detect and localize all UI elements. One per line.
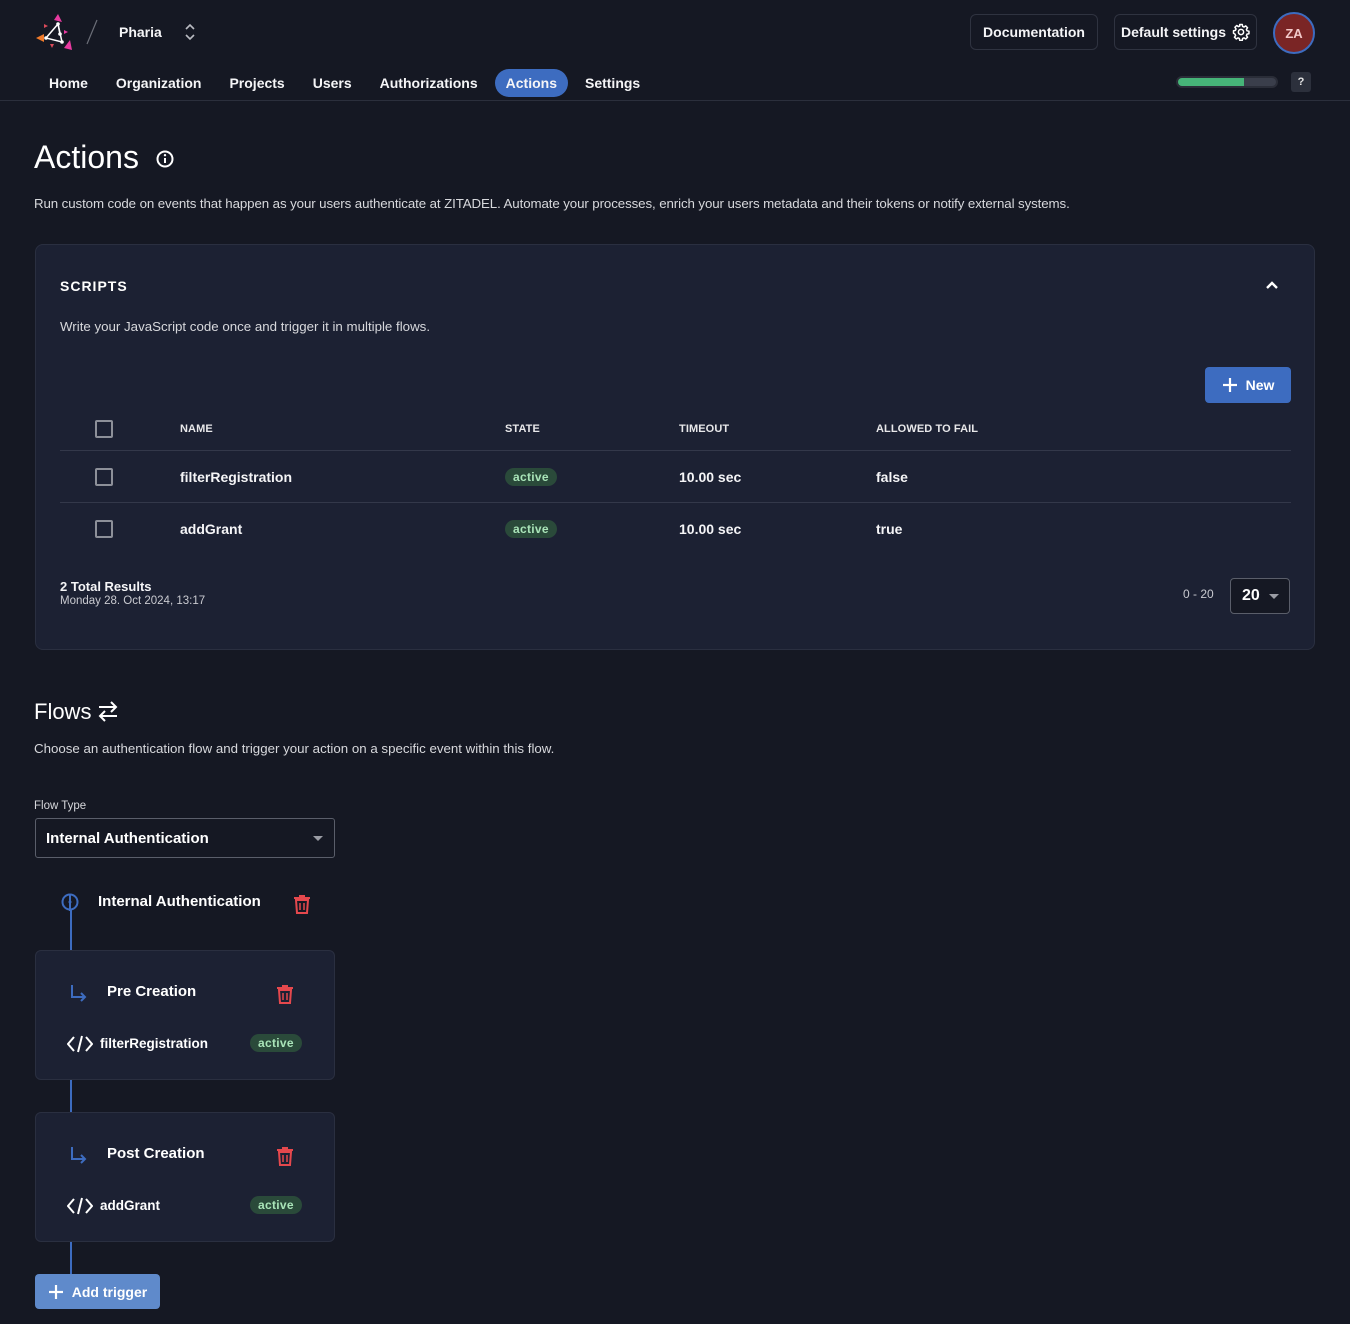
default-settings-label: Default settings [1120, 24, 1226, 40]
table-row[interactable]: addGrant active 10.00 sec true [60, 503, 1291, 555]
plus-icon [48, 1284, 63, 1299]
user-avatar[interactable]: ZA [1273, 12, 1315, 54]
nav-tab-authorizations[interactable]: Authorizations [369, 69, 489, 97]
documentation-label: Documentation [983, 24, 1085, 40]
flows-title: Flows [34, 699, 92, 724]
status-badge: active [505, 520, 557, 538]
zitadel-logo-icon[interactable] [34, 12, 76, 52]
progress-fill [1178, 78, 1244, 86]
nav-tab-organization[interactable]: Organization [105, 69, 213, 97]
script-allowed-to-fail: true [876, 521, 903, 537]
page-size-value: 20 [1242, 587, 1260, 604]
help-label: ? [1297, 76, 1305, 88]
info-icon[interactable] [156, 150, 174, 168]
trigger-card: Pre Creation filterRegistration active [35, 950, 335, 1080]
script-timeout: 10.00 sec [679, 521, 742, 537]
row-checkbox[interactable] [95, 467, 113, 486]
scripts-title: SCRIPTS [60, 278, 128, 294]
flow-connector-line [70, 1080, 72, 1113]
org-name[interactable]: Pharia [119, 24, 162, 40]
new-label: New [1245, 377, 1275, 393]
row-checkbox[interactable] [95, 520, 113, 538]
nav-tab-projects[interactable]: Projects [218, 69, 295, 97]
results-summary: 2 Total Results Monday 28. Oct 2024, 13:… [60, 579, 205, 607]
table-row[interactable]: filterRegistration active 10.00 sec fals… [60, 451, 1291, 503]
status-badge: active [250, 1034, 302, 1052]
total-results: 2 Total Results [60, 579, 152, 594]
top-bar: Pharia Documentation Default settings ZA… [0, 0, 1350, 101]
plus-icon [1222, 378, 1237, 392]
main-nav: Home Organization Projects Users Authorizati… [38, 69, 657, 97]
delete-trigger-trash-icon[interactable] [276, 984, 294, 1004]
trigger-title: Post Creation [107, 1145, 205, 1162]
nav-tab-settings[interactable]: Settings [574, 69, 651, 97]
flow-connector-line [70, 1242, 72, 1275]
documentation-button[interactable]: Documentation [970, 14, 1098, 50]
scripts-card: SCRIPTS Write your JavaScript code once … [35, 244, 1315, 650]
flows-description: Choose an authentication flow and trigge… [34, 741, 555, 756]
swap-arrows-icon [98, 701, 118, 722]
results-timestamp: Monday 28. Oct 2024, 13:17 [60, 595, 206, 607]
help-button[interactable]: ? [1291, 72, 1311, 92]
column-allowed-to-fail[interactable]: ALLOWED TO FAIL [876, 407, 978, 450]
status-badge: active [250, 1196, 302, 1214]
default-settings-button[interactable]: Default settings [1114, 14, 1257, 50]
trigger-title: Pre Creation [107, 983, 197, 1000]
trigger-card: Post Creation addGrant active [35, 1112, 335, 1242]
flow-root-label: Internal Authentication [98, 893, 261, 910]
script-name: addGrant [180, 521, 243, 537]
nav-tab-home[interactable]: Home [38, 69, 99, 97]
add-trigger-button[interactable]: Add trigger [35, 1274, 160, 1309]
column-state[interactable]: STATE [505, 407, 540, 450]
nav-tab-users[interactable]: Users [302, 69, 363, 97]
page-size-select[interactable]: 20 [1230, 578, 1290, 614]
nav-tab-actions[interactable]: Actions [494, 69, 568, 97]
chevron-up-icon[interactable] [1262, 277, 1282, 293]
avatar-initials: ZA [1285, 25, 1303, 41]
delete-flow-trash-icon[interactable] [293, 894, 311, 914]
script-timeout: 10.00 sec [679, 468, 742, 485]
scripts-table: NAME STATE TIMEOUT ALLOWED TO FAIL filte… [60, 407, 1291, 555]
script-name: filterRegistration [180, 468, 293, 485]
page-description: Run custom code on events that happen as… [34, 196, 1070, 211]
add-trigger-label: Add trigger [71, 1283, 148, 1300]
code-icon [67, 1035, 93, 1053]
new-script-button[interactable]: New [1205, 367, 1291, 403]
caret-down-icon [1269, 594, 1279, 599]
caret-down-icon [313, 836, 323, 841]
subdirectory-arrow-icon [71, 1147, 87, 1164]
column-name[interactable]: NAME [180, 407, 213, 450]
breadcrumb-separator [86, 19, 98, 45]
trigger-script-name[interactable]: addGrant [100, 1198, 160, 1213]
trigger-script-name[interactable]: filterRegistration [100, 1036, 208, 1051]
delete-trigger-trash-icon[interactable] [276, 1146, 294, 1166]
flow-type-value: Internal Authentication [46, 829, 209, 847]
page-title: Actions [34, 139, 139, 175]
quota-progress-bar [1176, 76, 1278, 88]
status-badge: active [505, 467, 557, 486]
pagination-range: 0 - 20 [1183, 587, 1214, 601]
org-switcher-icon[interactable] [183, 22, 197, 42]
select-all-checkbox[interactable] [95, 419, 113, 438]
flow-start-icon [61, 893, 79, 911]
script-allowed-to-fail: false [876, 468, 908, 485]
subdirectory-arrow-icon [71, 985, 87, 1002]
flow-type-select[interactable]: Internal Authentication [35, 818, 335, 858]
table-header: NAME STATE TIMEOUT ALLOWED TO FAIL [60, 407, 1291, 451]
gear-icon [1232, 23, 1250, 41]
flow-type-label: Flow Type [34, 800, 87, 812]
scripts-description: Write your JavaScript code once and trig… [60, 319, 431, 334]
column-timeout[interactable]: TIMEOUT [679, 407, 729, 450]
code-icon [67, 1197, 93, 1215]
